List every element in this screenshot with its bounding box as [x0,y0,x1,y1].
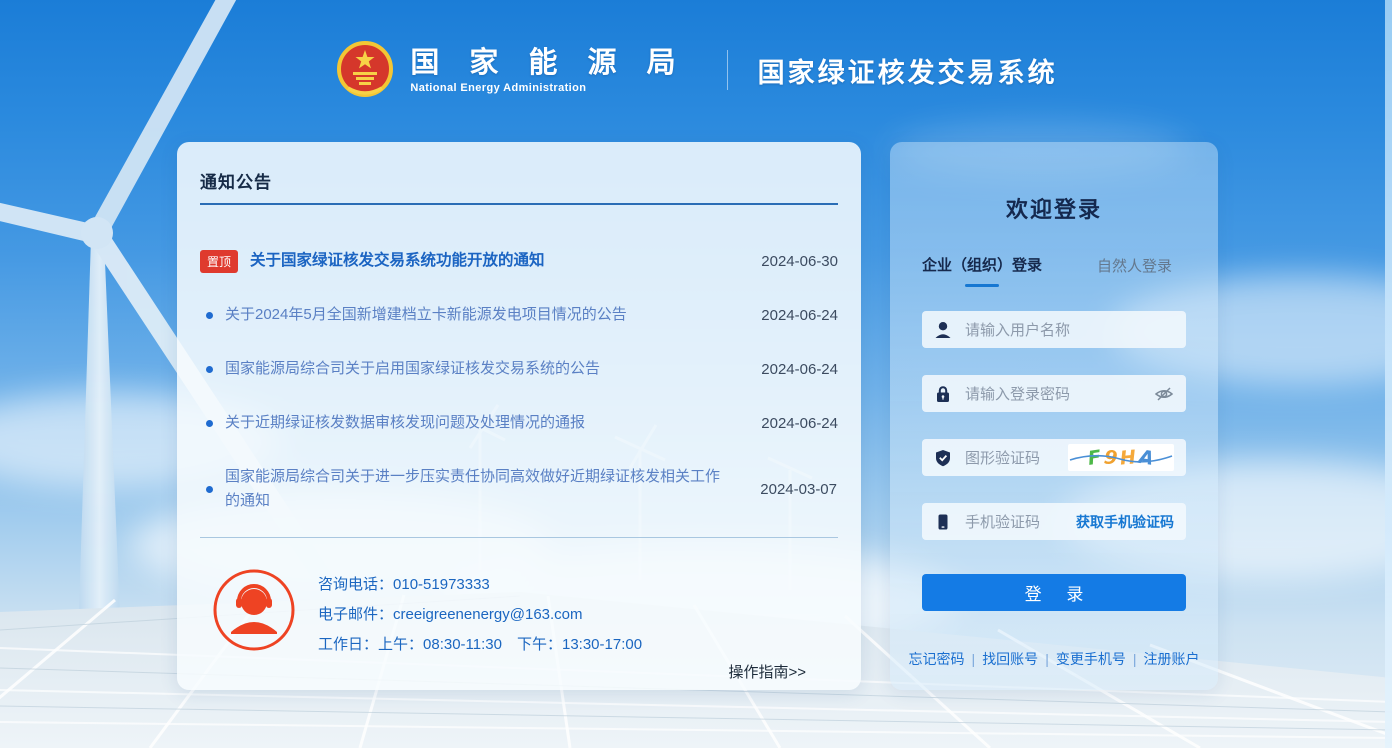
tab-person-login[interactable]: 自然人登录 [1097,254,1172,276]
notice-date: 2024-03-07 [745,481,837,498]
org-name-en: National Energy Administration [410,82,686,94]
password-placeholder: 请输入登录密码 [965,383,1070,404]
notice-row[interactable]: 国家能源局综合司关于进一步压实责任协同高效做好近期绿证核发相关工作的通知 202… [200,465,838,513]
notice-date: 2024-06-30 [746,253,838,270]
notice-title-underline [200,203,838,205]
notice-date: 2024-06-24 [746,307,838,324]
eye-off-icon[interactable] [1154,384,1174,404]
login-panel: 欢迎登录 企业（组织）登录 自然人登录 请输入用户名称 请输入登录密码 [890,142,1218,690]
shield-check-icon [934,449,952,467]
captcha-noise-line [1068,444,1174,471]
tab-enterprise-login[interactable]: 企业（组织）登录 [922,254,1042,287]
org-name: 国 家 能 源 局 [410,47,686,79]
notice-row[interactable]: 关于近期绿证核发数据审核发现问题及处理情况的通报 2024-06-24 [200,411,838,435]
lock-icon [934,385,952,403]
captcha-image[interactable]: F 9 H A [1068,444,1174,471]
account-links: 忘记密码 | 找回账号 | 变更手机号 | 注册账户 [922,649,1186,669]
contact-block: 咨询电话：010-51973333 电子邮件：creeigreenenergy@… [200,568,838,660]
notice-panel: 通知公告 置顶 关于国家绿证核发交易系统功能开放的通知 2024-06-30 关… [177,142,861,690]
bullet-icon [206,486,213,493]
username-placeholder: 请输入用户名称 [965,319,1070,340]
recover-account-link[interactable]: 找回账号 [982,649,1038,669]
bullet-icon [206,420,213,427]
notice-link[interactable]: 关于近期绿证核发数据审核发现问题及处理情况的通报 [225,411,746,435]
captcha-field[interactable]: 图形验证码 F 9 H A [922,439,1186,476]
link-separator: | [1133,651,1137,667]
login-tabs: 企业（组织）登录 自然人登录 [922,254,1186,287]
sms-placeholder: 手机验证码 [965,511,1040,532]
notice-panel-title: 通知公告 [200,168,838,193]
captcha-placeholder: 图形验证码 [965,447,1040,468]
active-tab-underline [965,284,999,287]
notice-row[interactable]: 置顶 关于国家绿证核发交易系统功能开放的通知 2024-06-30 [200,249,838,273]
password-field[interactable]: 请输入登录密码 [922,375,1186,412]
contact-workday: 工作日：上午：08:30-11:30 下午：13:30-17:00 [318,630,642,660]
national-emblem-logo [334,40,396,100]
brand-block: 国 家 能 源 局 National Energy Administration [334,40,686,100]
link-separator: | [1045,651,1049,667]
register-account-link[interactable]: 注册账户 [1143,649,1199,669]
notice-link[interactable]: 国家能源局综合司关于启用国家绿证核发交易系统的公告 [225,357,746,381]
link-separator: | [972,651,976,667]
login-title: 欢迎登录 [922,192,1186,224]
notice-link[interactable]: 国家能源局综合司关于进一步压实责任协同高效做好近期绿证核发相关工作的通知 [225,465,745,513]
forgot-password-link[interactable]: 忘记密码 [909,649,965,669]
sms-code-field[interactable]: 手机验证码 获取手机验证码 [922,503,1186,540]
change-phone-link[interactable]: 变更手机号 [1056,649,1126,669]
phone-icon [934,513,952,531]
contact-divider [200,537,838,538]
notice-link[interactable]: 关于国家绿证核发交易系统功能开放的通知 [250,249,746,273]
system-title: 国家绿证核发交易系统 [758,51,1058,90]
notice-link[interactable]: 关于2024年5月全国新增建档立卡新能源发电项目情况的公告 [225,303,746,327]
notice-row[interactable]: 关于2024年5月全国新增建档立卡新能源发电项目情况的公告 2024-06-24 [200,303,838,327]
header: 国 家 能 源 局 National Energy Administration… [0,40,1392,100]
notice-date: 2024-06-24 [746,415,838,432]
get-sms-code-button[interactable]: 获取手机验证码 [1076,512,1174,532]
bullet-icon [206,366,213,373]
pinned-badge: 置顶 [200,250,238,273]
notice-row[interactable]: 国家能源局综合司关于启用国家绿证核发交易系统的公告 2024-06-24 [200,357,838,381]
notice-date: 2024-06-24 [746,361,838,378]
username-field[interactable]: 请输入用户名称 [922,311,1186,348]
customer-service-icon [212,568,296,652]
user-icon [934,321,952,339]
contact-phone: 咨询电话：010-51973333 [318,570,642,600]
contact-email: 电子邮件：creeigreenenergy@163.com [318,600,642,630]
bullet-icon [206,312,213,319]
operation-guide-link[interactable]: 操作指南>> [728,661,806,682]
header-divider [727,50,728,90]
login-button[interactable]: 登 录 [922,574,1186,611]
right-edge-scroll-strip [1385,0,1392,748]
